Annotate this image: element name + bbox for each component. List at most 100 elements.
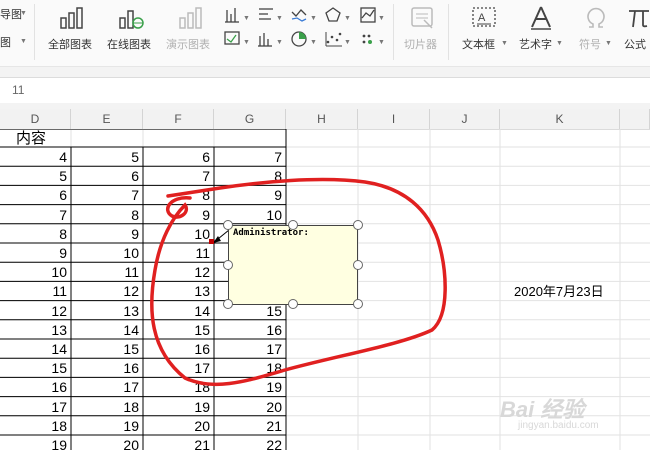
svg-text:▼: ▼ xyxy=(378,15,384,22)
svg-text:▼: ▼ xyxy=(378,39,384,46)
bar-chart-horizontal-icon xyxy=(259,8,273,20)
cell-f7[interactable]: 11 xyxy=(143,244,214,263)
header-cell-content[interactable]: 内容 xyxy=(16,129,46,148)
cell-e10[interactable]: 13 xyxy=(71,302,143,321)
partial-left-label[interactable]: 图 xyxy=(0,34,11,50)
column-header-row: DEFGHIJK xyxy=(0,109,650,130)
cell-f11[interactable]: 15 xyxy=(143,321,214,340)
cell-f6[interactable]: 10 xyxy=(143,225,214,244)
cell-e15[interactable]: 18 xyxy=(71,398,143,417)
cell-d16[interactable]: 18 xyxy=(0,417,71,436)
cell-f2[interactable]: 6 xyxy=(143,148,214,167)
cell-f3[interactable]: 7 xyxy=(143,167,214,186)
column-header-g[interactable]: G xyxy=(214,109,286,129)
cell-f12[interactable]: 16 xyxy=(143,340,214,359)
cell-e6[interactable]: 9 xyxy=(71,225,143,244)
formula-bar-value[interactable]: 11 xyxy=(12,83,24,97)
cell-d15[interactable]: 17 xyxy=(0,398,71,417)
online-chart-icon xyxy=(119,10,144,29)
cell-d14[interactable]: 16 xyxy=(0,378,71,397)
cell-g16[interactable]: 21 xyxy=(214,417,286,436)
other-chart-icon xyxy=(362,34,372,44)
cell-g14[interactable]: 19 xyxy=(214,378,286,397)
cell-g15[interactable]: 20 xyxy=(214,398,286,417)
cell-d4[interactable]: 6 xyxy=(0,186,71,205)
resize-handle-n[interactable] xyxy=(288,220,298,230)
cell-e5[interactable]: 8 xyxy=(71,206,143,225)
cell-d2[interactable]: 4 xyxy=(0,148,71,167)
cell-f9[interactable]: 13 xyxy=(143,282,214,301)
cell-e11[interactable]: 14 xyxy=(71,321,143,340)
column-header-j[interactable]: J xyxy=(430,109,500,129)
resize-handle-sw[interactable] xyxy=(223,299,233,309)
cell-d7[interactable]: 9 xyxy=(0,244,71,263)
svg-text:▼: ▼ xyxy=(344,39,351,46)
column-header-k[interactable]: K xyxy=(500,109,620,129)
cell-e4[interactable]: 7 xyxy=(71,186,143,205)
cell-f17[interactable]: 21 xyxy=(143,436,214,450)
cell-e8[interactable]: 11 xyxy=(71,263,143,282)
date-cell[interactable]: 2020年7月23日 xyxy=(514,281,604,300)
cell-g3[interactable]: 8 xyxy=(214,167,286,186)
stock-chart-icon xyxy=(224,31,240,45)
all-charts-label: 全部图表 xyxy=(48,39,92,51)
cell-d10[interactable]: 12 xyxy=(0,302,71,321)
formula-bar[interactable]: 11 xyxy=(0,77,650,104)
cell-f15[interactable]: 19 xyxy=(143,398,214,417)
cell-d8[interactable]: 10 xyxy=(0,263,71,282)
cell-f4[interactable]: 8 xyxy=(143,186,214,205)
column-header-f[interactable]: F xyxy=(143,109,214,129)
cell-g12[interactable]: 17 xyxy=(214,340,286,359)
radar-chart-icon xyxy=(325,7,341,22)
omega-symbol-icon xyxy=(587,7,605,28)
cell-f16[interactable]: 20 xyxy=(143,417,214,436)
cell-d13[interactable]: 15 xyxy=(0,359,71,378)
column-header-h[interactable]: H xyxy=(286,109,358,129)
cell-e13[interactable]: 16 xyxy=(71,359,143,378)
cell-d5[interactable]: 7 xyxy=(0,206,71,225)
cell-d3[interactable]: 5 xyxy=(0,167,71,186)
cell-e2[interactable]: 5 xyxy=(71,148,143,167)
cell-f8[interactable]: 12 xyxy=(143,263,214,282)
column-header-e[interactable]: E xyxy=(71,109,143,129)
cell-e7[interactable]: 10 xyxy=(71,244,143,263)
resize-handle-se[interactable] xyxy=(353,299,363,309)
cell-e3[interactable]: 6 xyxy=(71,167,143,186)
cell-f14[interactable]: 18 xyxy=(143,378,214,397)
text-box-label: 文本框 xyxy=(462,39,495,51)
cell-d11[interactable]: 13 xyxy=(0,321,71,340)
chart-type-icons[interactable]: ▼ ▼ ▼ ▼ ▼ ▼ ▼ ▼ ▼ ▼ xyxy=(224,6,384,54)
column-header-next[interactable] xyxy=(620,109,650,129)
cell-f5[interactable]: 9 xyxy=(143,206,214,225)
svg-text:▼: ▼ xyxy=(243,39,250,46)
bar-chart-icon xyxy=(60,7,83,29)
column-header-d[interactable]: D xyxy=(0,109,71,129)
resize-handle-s[interactable] xyxy=(288,299,298,309)
resize-handle-nw[interactable] xyxy=(223,220,233,230)
cell-g13[interactable]: 18 xyxy=(214,359,286,378)
cell-f10[interactable]: 14 xyxy=(143,302,214,321)
cell-e9[interactable]: 12 xyxy=(71,282,143,301)
cell-e12[interactable]: 15 xyxy=(71,340,143,359)
cell-f13[interactable]: 17 xyxy=(143,359,214,378)
cell-g2[interactable]: 7 xyxy=(214,148,286,167)
cell-g17[interactable]: 22 xyxy=(214,436,286,450)
resize-handle-e[interactable] xyxy=(353,260,363,270)
slicer-icon xyxy=(411,7,433,29)
resize-handle-ne[interactable] xyxy=(353,220,363,230)
resize-handle-w[interactable] xyxy=(223,260,233,270)
cell-g4[interactable]: 9 xyxy=(214,186,286,205)
dropdown-arrow-icon: ▼ xyxy=(501,40,508,47)
cell-g11[interactable]: 16 xyxy=(214,321,286,340)
cell-d6[interactable]: 8 xyxy=(0,225,71,244)
cell-d12[interactable]: 14 xyxy=(0,340,71,359)
cell-d17[interactable]: 19 xyxy=(0,436,71,450)
comment-box[interactable]: Administrator: xyxy=(228,225,358,305)
cell-e17[interactable]: 20 xyxy=(71,436,143,450)
cell-e14[interactable]: 17 xyxy=(71,378,143,397)
combo-chart-icon xyxy=(258,33,272,47)
cell-e16[interactable]: 19 xyxy=(71,417,143,436)
cell-d9[interactable]: 11 xyxy=(0,282,71,301)
column-header-i[interactable]: I xyxy=(358,109,430,129)
symbol-label: 符号 xyxy=(579,39,601,51)
